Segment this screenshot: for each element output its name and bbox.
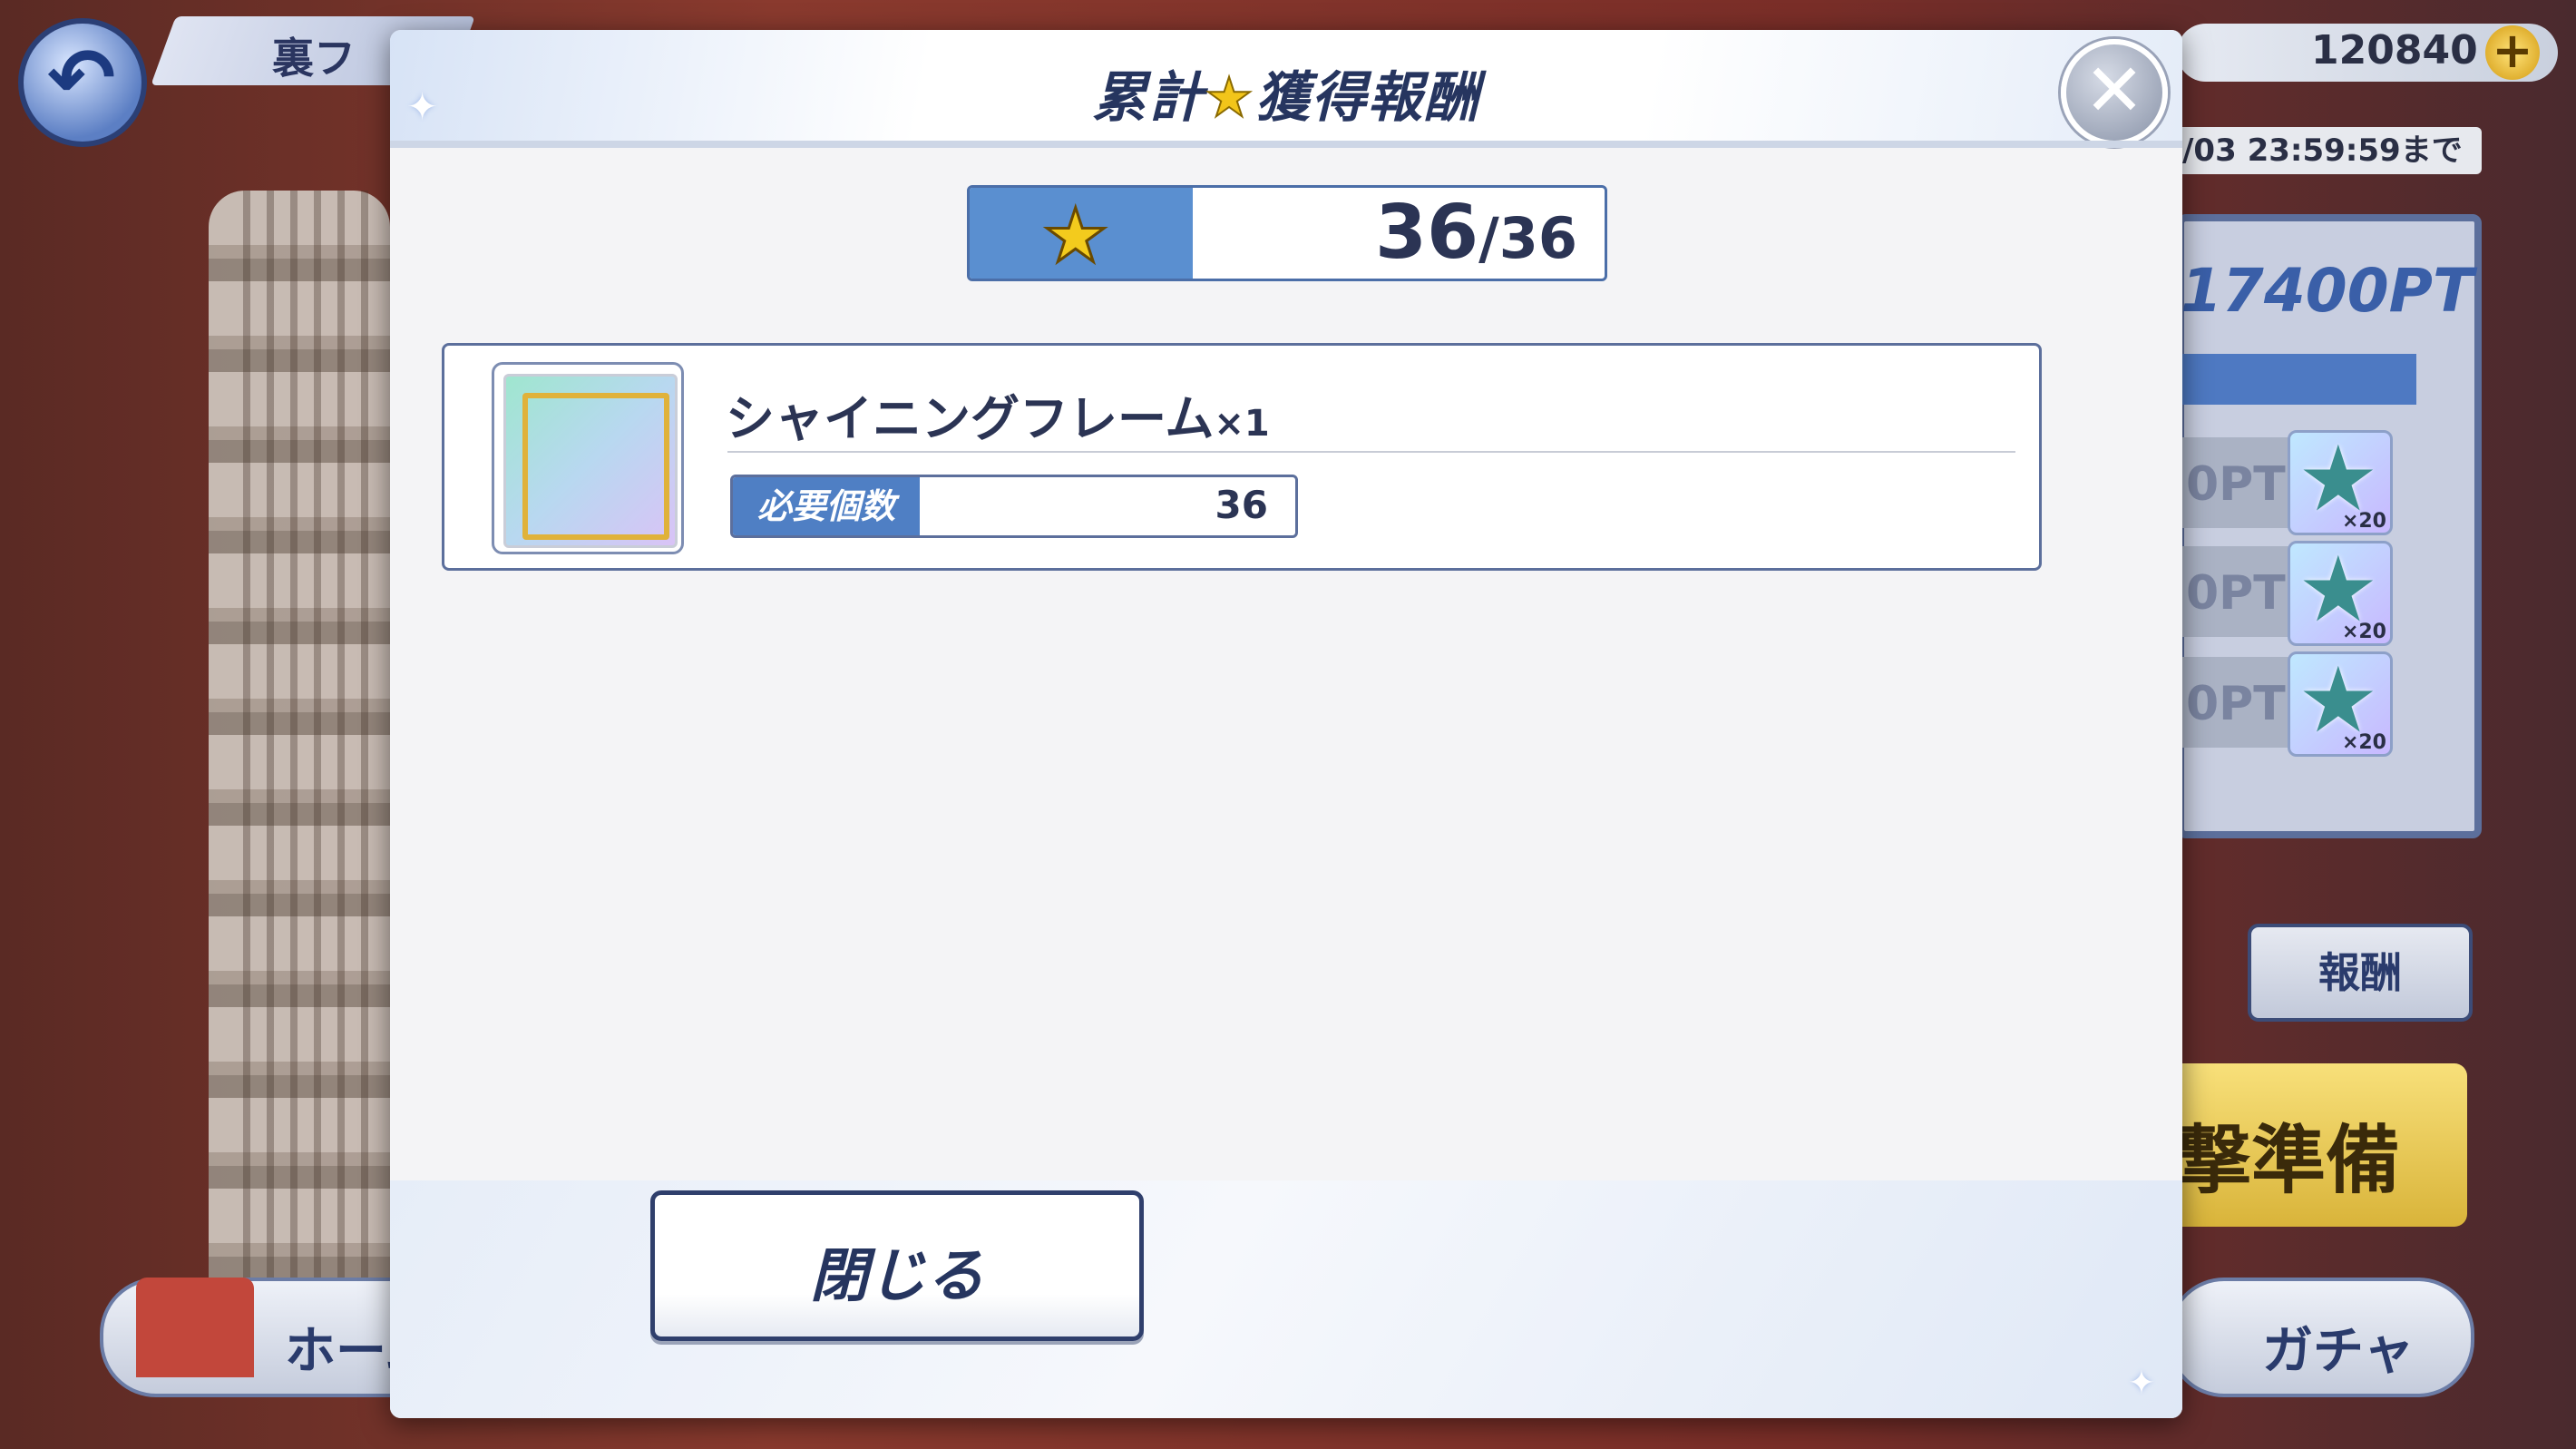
battle-prepare-button[interactable]: 撃準備 [2141, 1063, 2467, 1227]
star-total: /36 [1478, 205, 1577, 271]
gacha-button[interactable]: ガチャ [2168, 1278, 2474, 1397]
close-icon-button[interactable]: ✕ [2061, 39, 2168, 146]
event-deadline: /03 23:59:59まで [2177, 127, 2482, 174]
total-points: 17400PT [2181, 256, 2474, 326]
close-button-label: 閉じる [810, 1243, 984, 1310]
point-row-label: 0PT [2186, 457, 2286, 512]
divider [727, 451, 2015, 453]
star-current: 36 [1374, 190, 1479, 276]
reward-name: シャイニングフレーム×1 [726, 378, 1270, 450]
rainbow-star-icon [2288, 647, 2393, 757]
point-row-label: 0PT [2186, 677, 2286, 731]
required-count-value: 36 [1215, 483, 1268, 527]
reward-name-text: シャイニングフレーム [726, 390, 1215, 447]
panel-header-bar [2181, 354, 2416, 405]
required-count-label: 必要個数 [733, 477, 920, 535]
dialog-title-left: 累計 [1092, 66, 1205, 130]
dialog-header: ✦ 累計★獲得報酬 ✕ [390, 30, 2182, 148]
dialog-title: 累計★獲得報酬 [390, 54, 2182, 132]
point-row-label: 0PT [2186, 566, 2286, 621]
add-coins-icon[interactable]: + [2485, 25, 2540, 80]
star-counter-value: 36/36 [1375, 190, 1577, 276]
sparkle-icon: ✦ [2127, 1365, 2155, 1402]
rainbow-star-icon [2288, 536, 2393, 646]
gacha-label: ガチャ [2262, 1322, 2415, 1381]
star-counter-icon-box: ★ [970, 188, 1193, 279]
reward-item: シャイニングフレーム×1 必要個数 36 [442, 343, 2042, 571]
golden-frame-icon [522, 393, 669, 540]
star-progress: ★ 36/36 [967, 185, 1607, 281]
home-icon [136, 1278, 254, 1377]
coin-value: 120840 [2311, 27, 2478, 73]
required-count: 必要個数 36 [730, 475, 1298, 538]
star-icon: ★ [1204, 65, 1255, 131]
close-button[interactable]: 閉じる [650, 1190, 1144, 1341]
frame-thumbnail [492, 362, 684, 554]
tower-illustration [209, 191, 390, 1279]
back-button[interactable] [18, 18, 147, 147]
dialog-title-right: 獲得報酬 [1254, 66, 1480, 130]
star-icon: ★ [1041, 192, 1110, 279]
battle-prepare-label: 撃準備 [2177, 1118, 2401, 1204]
rainbow-star-icon [2288, 426, 2393, 535]
reward-button[interactable]: 報酬 [2248, 924, 2473, 1022]
close-icon: ✕ [2083, 48, 2145, 132]
reward-quantity: ×1 [1214, 403, 1270, 445]
frame-thumbnail-image [503, 374, 678, 548]
screen-title: 裏フ [272, 34, 356, 83]
